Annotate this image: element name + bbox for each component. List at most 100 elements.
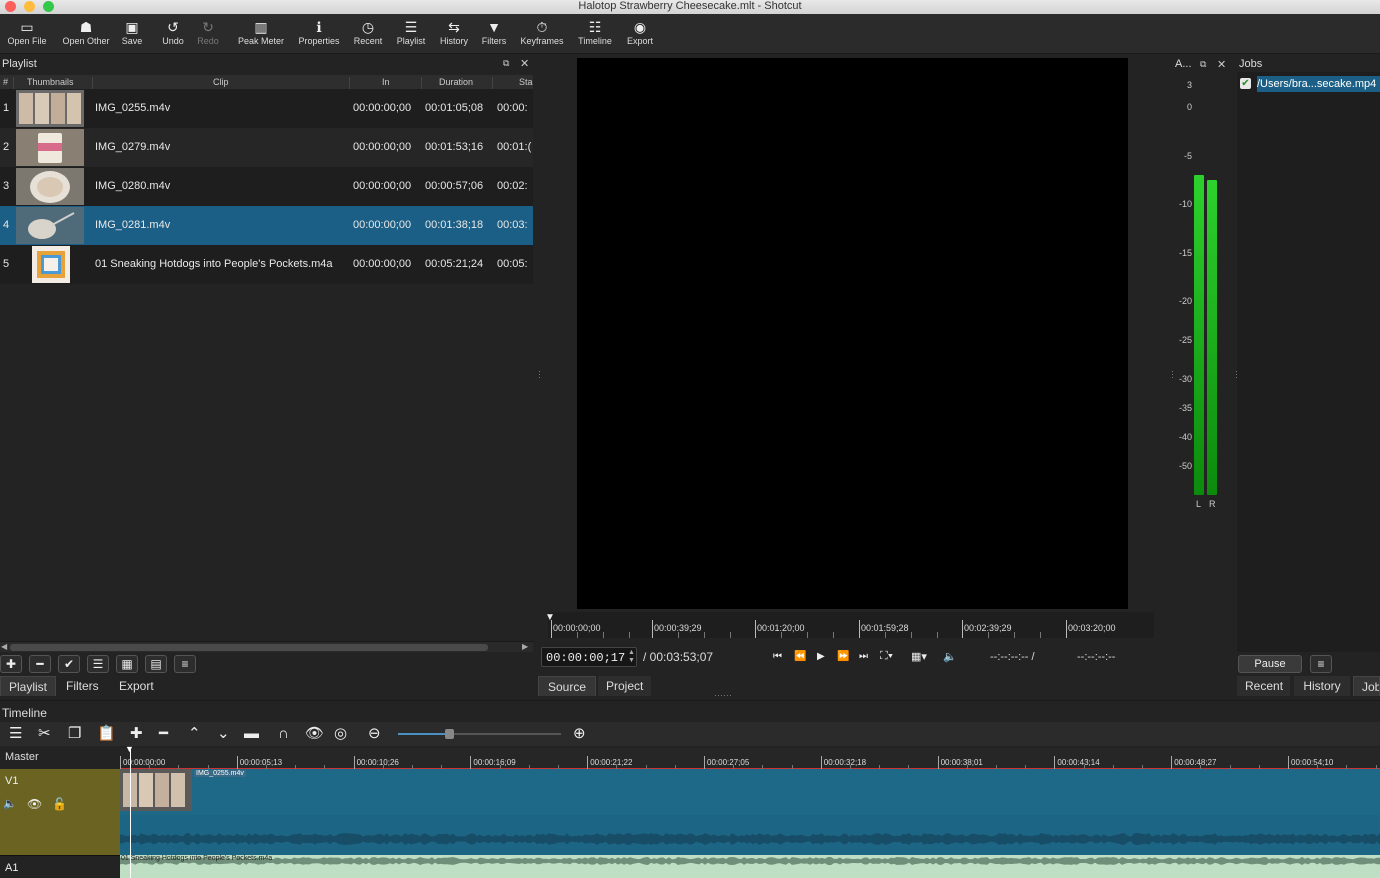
playlist-row[interactable]: 3 IMG_0280.m4v 00:00:00;00 00:00:57;06 00:02… — [0, 167, 533, 206]
timeline-button[interactable]: ☷ Timeline — [576, 14, 614, 54]
timeline-playhead[interactable] — [130, 748, 131, 878]
playlist-tiles-view-button[interactable]: ▦ — [116, 655, 138, 673]
mute-icon[interactable]: 🔈 — [3, 797, 17, 810]
ruler-minor-tick — [678, 632, 679, 638]
fast-forward-icon[interactable]: ⏩ — [837, 651, 849, 662]
jobs-menu-button[interactable]: ≡ — [1310, 655, 1332, 673]
undo-label: Undo — [162, 36, 184, 46]
tab-project[interactable]: Project — [598, 676, 651, 696]
undo-button[interactable]: ↺ Undo — [161, 14, 185, 54]
splitter-handle[interactable]: ⋯ — [535, 370, 545, 379]
open-other-button[interactable]: ☗ Open Other — [58, 14, 114, 54]
tab-playlist[interactable]: Playlist — [0, 676, 57, 696]
job-item[interactable]: /Users/bra...secake.mp4 — [1257, 76, 1380, 92]
ripple-icon[interactable]: ◎ — [334, 724, 347, 744]
column-header-clip[interactable]: Clip — [213, 77, 229, 87]
volume-icon[interactable]: 🔈 — [943, 650, 957, 663]
zoom-window-button[interactable] — [43, 1, 54, 12]
timeline-menu-icon[interactable]: ☰ — [9, 724, 22, 744]
column-header-duration[interactable]: Duration — [439, 77, 473, 87]
float-panel-icon[interactable]: ⧉ — [503, 58, 509, 69]
skip-to-start-icon[interactable]: ⏮ — [773, 651, 782, 662]
column-header-num[interactable]: # — [3, 77, 8, 87]
timeline-playhead-icon[interactable]: ▼ — [125, 744, 134, 754]
save-button[interactable]: ▣ Save — [120, 14, 144, 54]
snap-icon[interactable]: ∩ — [278, 724, 289, 744]
scroll-left-icon[interactable]: ◀ — [1, 642, 7, 651]
tab-source[interactable]: Source — [538, 676, 596, 696]
recent-button[interactable]: ◷ Recent — [352, 14, 384, 54]
playlist-icons-view-button[interactable]: ▤ — [145, 655, 167, 673]
tab-recent[interactable]: Recent — [1237, 676, 1290, 696]
filters-button[interactable]: ▼ Filters — [480, 14, 508, 54]
minimize-window-button[interactable] — [24, 1, 35, 12]
current-time-field[interactable]: 00:00:00;17 ▲ ▼ — [541, 647, 637, 667]
playlist-row[interactable]: 1 IMG_0255.m4v 00:00:00;00 00:01:05;08 00:00… — [0, 89, 533, 128]
play-icon[interactable]: ▶ — [817, 651, 825, 662]
export-button[interactable]: ◉ Export — [625, 14, 655, 54]
lift-icon[interactable]: ⌃ — [188, 724, 201, 744]
keyframes-button[interactable]: ⏱ Keyframes — [519, 14, 565, 54]
a1-track[interactable]: 01 Sneaking Hotdogs into People's Pocket… — [120, 855, 1380, 878]
close-window-button[interactable] — [5, 1, 16, 12]
playlist-remove-button[interactable]: ━ — [29, 655, 51, 673]
playlist-row[interactable]: 5 01 Sneaking Hotdogs into People's Pocke… — [0, 245, 533, 284]
overwrite-icon[interactable]: ⌄ — [217, 724, 230, 744]
zoom-in-icon[interactable]: ⊕ — [573, 724, 586, 744]
time-stepper-icon[interactable]: ▲ ▼ — [628, 649, 635, 665]
split-icon[interactable]: ▬ — [244, 724, 259, 744]
playlist-button[interactable]: ☰ Playlist — [395, 14, 427, 54]
column-header-in[interactable]: In — [382, 77, 390, 87]
tab-export[interactable]: Export — [111, 676, 162, 696]
paste-icon[interactable]: 📋 — [97, 724, 116, 744]
tab-filters[interactable]: Filters — [58, 676, 107, 696]
v1-track[interactable]: IMG_0255.m4v — [120, 769, 1380, 855]
column-header-thumbnails[interactable]: Thumbnails — [27, 77, 74, 87]
tab-jobs[interactable]: Job — [1353, 676, 1380, 696]
job-done-checkbox[interactable]: ✔ — [1240, 78, 1251, 89]
properties-button[interactable]: ℹ Properties — [297, 14, 341, 54]
playlist-menu-button[interactable]: ≡ — [174, 655, 196, 673]
playlist-row[interactable]: 2 IMG_0279.m4v 00:00:00;00 00:01:53;16 00:01… — [0, 128, 533, 167]
hide-icon[interactable]: 👁 — [27, 797, 42, 811]
v1-track-header[interactable]: V1 🔈 👁 🔓 — [0, 769, 120, 855]
timeline-ruler-tick: 00:00:16;09 — [470, 756, 516, 769]
peak-meter-button[interactable]: ▥ Peak Meter — [236, 14, 286, 54]
a1-track-header[interactable]: A1 — [0, 855, 120, 878]
pause-jobs-button[interactable]: Pause — [1238, 655, 1302, 673]
rewind-icon[interactable]: ⏪ — [794, 651, 806, 662]
playlist-horizontal-scrollbar[interactable]: ◀ ▶ — [0, 641, 533, 652]
zoom-icon[interactable]: ⛶▾ — [880, 650, 893, 663]
playlist-row[interactable]: 4 IMG_0281.m4v 00:00:00;00 00:01:38;18 00:03… — [0, 206, 533, 245]
float-panel-icon[interactable]: ⧉ — [1200, 59, 1206, 70]
player-scrubber[interactable]: ▼ 00:00:00;00 00:00:39;29 00:01:20;00 00:01… — [545, 612, 1154, 638]
history-button[interactable]: ⇆ History — [438, 14, 470, 54]
append-icon[interactable]: ✚ — [130, 724, 143, 744]
cut-icon[interactable]: ✂ — [38, 724, 51, 744]
close-panel-icon[interactable]: ✕ — [1217, 58, 1226, 71]
copy-icon[interactable]: ❐ — [68, 724, 81, 744]
lock-icon[interactable]: 🔓 — [52, 797, 67, 811]
playlist-add-button[interactable]: ✚ — [0, 655, 22, 673]
scroll-right-icon[interactable]: ▶ — [522, 642, 528, 651]
playlist-details-view-button[interactable]: ☰ — [87, 655, 109, 673]
row-number: 3 — [3, 180, 10, 192]
skip-to-end-icon[interactable]: ⏭ — [859, 651, 868, 662]
ripple-delete-icon[interactable]: ━ — [159, 724, 168, 744]
column-header-start[interactable]: Sta — [519, 77, 533, 87]
open-file-button[interactable]: ▭ Open File — [6, 14, 48, 54]
zoom-slider[interactable] — [398, 729, 561, 739]
redo-button[interactable]: ↻ Redo — [197, 14, 219, 54]
playlist-update-button[interactable]: ✔ — [58, 655, 80, 673]
close-panel-icon[interactable]: ✕ — [520, 57, 529, 70]
clip-name: IMG_0279.m4v — [95, 141, 171, 153]
zoom-out-icon[interactable]: ⊖ — [368, 724, 381, 744]
zoom-slider-handle[interactable] — [445, 729, 454, 739]
tab-history[interactable]: History — [1294, 676, 1350, 696]
grid-icon[interactable]: ▦▾ — [911, 650, 927, 663]
timeline-ruler[interactable]: 00:00:00;00 00:00:05;13 00:00:10;26 00:00:1… — [120, 748, 1380, 769]
in-point: 00:00:00;00 — [353, 258, 412, 270]
video-viewer[interactable] — [577, 58, 1128, 609]
scrub-icon[interactable]: 👁 — [305, 724, 324, 744]
scrollbar-thumb[interactable] — [10, 644, 488, 651]
